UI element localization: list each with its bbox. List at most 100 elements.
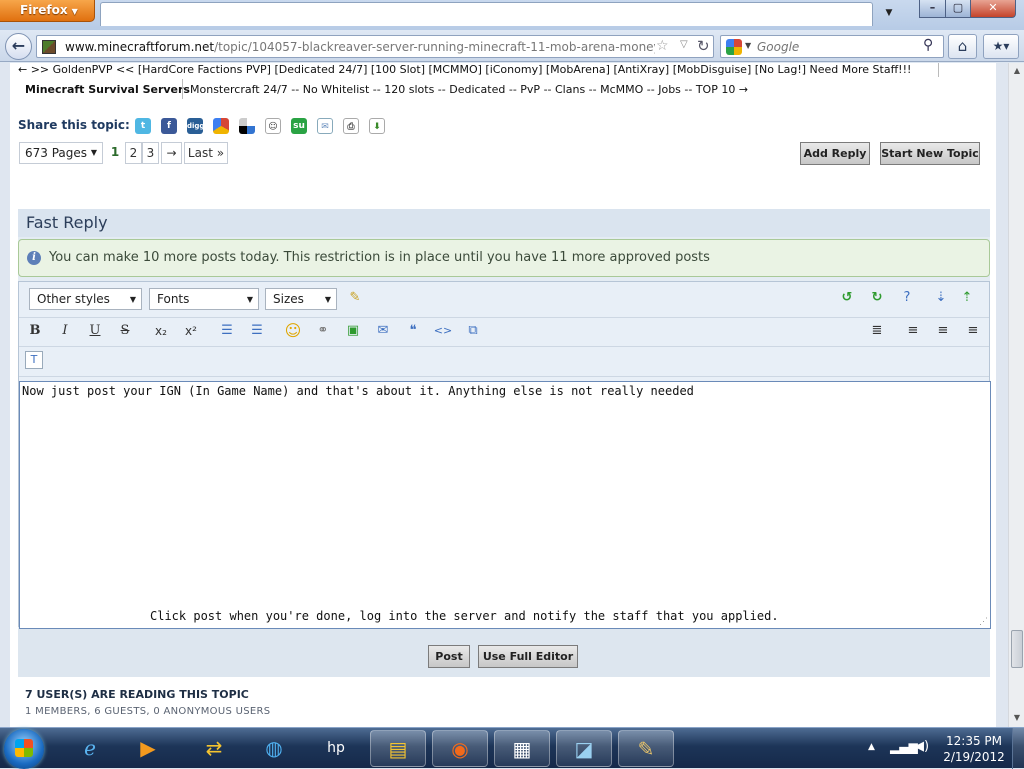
quote-icon[interactable]: ❝ — [403, 321, 423, 341]
notepad-icon[interactable]: ▦ — [494, 730, 550, 767]
use-full-editor-button[interactable]: Use Full Editor — [478, 645, 578, 668]
pages-label: 673 Pages — [25, 146, 88, 160]
pages-jump-dropdown[interactable]: 673 Pages ▼ — [19, 142, 103, 164]
page-last[interactable]: Last » — [184, 142, 228, 164]
url-text[interactable]: www.minecraftforum.net/topic/104057-blac… — [65, 39, 655, 55]
fonts-dropdown[interactable]: Fonts ▼ — [149, 288, 259, 310]
browser-tab[interactable] — [100, 2, 873, 26]
digg-icon[interactable]: digg — [187, 118, 204, 134]
delicious-icon[interactable] — [239, 118, 255, 134]
print-icon[interactable]: ⎙ — [343, 118, 359, 134]
show-desktop-button[interactable] — [1012, 728, 1024, 769]
notes-app-icon[interactable]: ◪ — [556, 730, 612, 767]
home-button[interactable]: ⌂ — [948, 34, 977, 59]
similar-topic-link-2[interactable]: Monstercraft 24/7 -- No Whitelist -- 120… — [190, 83, 748, 96]
bold-icon[interactable]: B — [25, 321, 45, 341]
toggle-editor-icon[interactable]: T — [25, 351, 43, 369]
link-icon[interactable]: ⚭ — [313, 321, 333, 341]
align-center-icon[interactable]: ≡ — [933, 321, 953, 341]
page-next[interactable]: → — [161, 142, 182, 164]
system-clock[interactable]: 12:35 PM 2/19/2012 — [940, 733, 1008, 765]
similar-topic-link-1[interactable]: ← >> GoldenPVP << [HardCore Factions PVP… — [18, 63, 911, 76]
explorer-folder-icon[interactable]: ▤ — [370, 730, 426, 767]
bookmark-star-icon[interactable]: ☆ — [656, 38, 669, 54]
subscript-icon[interactable]: x₂ — [151, 321, 171, 341]
remove-format-icon[interactable]: ✎ — [345, 288, 365, 308]
scroll-down-icon[interactable]: ▼ — [1010, 711, 1024, 725]
post-button[interactable]: Post — [428, 645, 470, 668]
sync-center-icon[interactable]: ⇄ — [186, 730, 242, 767]
back-button[interactable]: ← — [5, 33, 32, 60]
page-link-2[interactable]: 2 — [125, 142, 142, 164]
toolbar-divider — [19, 317, 989, 318]
download-icon[interactable]: ⬇ — [369, 118, 385, 134]
google-icon[interactable] — [213, 118, 229, 134]
forum-page: ← >> GoldenPVP << [HardCore Factions PVP… — [10, 63, 996, 727]
internet-explorer-icon[interactable]: ℯ — [62, 730, 118, 767]
redo-icon[interactable]: ↻ — [867, 288, 887, 308]
clock-time: 12:35 PM — [946, 734, 1002, 748]
start-new-topic-button[interactable]: Start New Topic — [880, 142, 980, 165]
italic-icon[interactable]: I — [55, 321, 75, 341]
search-bar[interactable]: ▼ ⚲ — [720, 35, 944, 58]
align-right-icon[interactable]: ≡ — [963, 321, 983, 341]
reply-textarea[interactable]: Now just post your IGN (In Game Name) an… — [19, 381, 991, 629]
url-history-dropdown-icon[interactable]: ▽ — [680, 39, 688, 50]
tab-list-button[interactable]: ▼ — [880, 4, 898, 22]
firefox-menu-button[interactable]: Firefox ▼ — [0, 0, 95, 22]
start-button[interactable] — [4, 729, 44, 769]
strikethrough-icon[interactable]: S — [115, 321, 135, 341]
similar-topic-category[interactable]: Minecraft Survival Servers — [25, 83, 190, 96]
email-link-icon[interactable]: ✉ — [373, 321, 393, 341]
sizes-dropdown[interactable]: Sizes ▼ — [265, 288, 337, 310]
search-icon[interactable]: ⚲ — [923, 37, 933, 53]
code-icon[interactable]: <> — [433, 321, 453, 341]
url-path: /topic/104057-blackreaver-server-running… — [214, 40, 655, 54]
chevron-down-icon: ▼ — [71, 7, 78, 16]
scroll-up-icon[interactable]: ▲ — [1010, 64, 1024, 78]
bookmarks-button[interactable]: ★▾ — [983, 34, 1019, 59]
volume-icon[interactable]: ◀) — [914, 739, 929, 754]
close-window-button[interactable]: ✕ — [970, 0, 1016, 18]
email-icon[interactable]: ✉ — [317, 118, 333, 134]
numbered-list-icon[interactable]: ☰ — [247, 321, 267, 341]
media-icon[interactable]: ⧉ — [463, 321, 483, 341]
engine-dropdown-icon[interactable]: ▼ — [745, 41, 751, 50]
maximize-button[interactable]: ▢ — [945, 0, 971, 18]
page-scrollbar[interactable]: ▲ ▼ — [1008, 63, 1024, 727]
paint-icon[interactable]: ✎ — [618, 730, 674, 767]
underline-icon[interactable]: U — [85, 321, 105, 341]
resize-grip-icon[interactable]: ⋰ — [979, 617, 988, 627]
save-draft-icon[interactable]: ⇡ — [957, 288, 977, 308]
undo-icon[interactable]: ↺ — [837, 288, 857, 308]
help-icon[interactable]: ? — [897, 288, 917, 308]
superscript-icon[interactable]: x² — [181, 321, 201, 341]
reddit-icon[interactable]: ☺ — [265, 118, 281, 134]
google-engine-icon[interactable] — [726, 39, 742, 55]
hp-icon[interactable]: hp — [308, 730, 364, 767]
emoticon-icon[interactable]: ☺ — [283, 321, 303, 341]
scrollbar-thumb[interactable] — [1011, 630, 1023, 668]
add-reply-button[interactable]: Add Reply — [800, 142, 870, 165]
twitter-icon[interactable]: t — [135, 118, 151, 134]
indent-icon[interactable]: ≣ — [867, 321, 887, 341]
styles-dropdown[interactable]: Other styles ▼ — [29, 288, 142, 310]
align-left-icon[interactable]: ≡ — [903, 321, 923, 341]
restore-draft-icon[interactable]: ⇣ — [931, 288, 951, 308]
tray-expand-icon[interactable]: ▲ — [868, 742, 875, 752]
search-input[interactable] — [757, 39, 907, 55]
globe-app-icon[interactable]: ◍ — [246, 730, 302, 767]
page-link-3[interactable]: 3 — [142, 142, 159, 164]
image-icon[interactable]: ▣ — [343, 321, 363, 341]
reload-icon[interactable]: ↻ — [697, 37, 710, 55]
firefox-taskbar-icon[interactable]: ◉ — [432, 730, 488, 767]
url-bar[interactable]: www.minecraftforum.net/topic/104057-blac… — [36, 35, 714, 58]
site-favicon-icon[interactable] — [42, 40, 56, 54]
stumbleupon-icon[interactable]: su — [291, 118, 307, 134]
divider — [938, 63, 939, 77]
minimize-button[interactable]: – — [919, 0, 946, 18]
media-player-icon[interactable]: ▶ — [120, 730, 176, 767]
bullet-list-icon[interactable]: ☰ — [217, 321, 237, 341]
divider — [182, 79, 183, 99]
facebook-icon[interactable]: f — [161, 118, 177, 134]
